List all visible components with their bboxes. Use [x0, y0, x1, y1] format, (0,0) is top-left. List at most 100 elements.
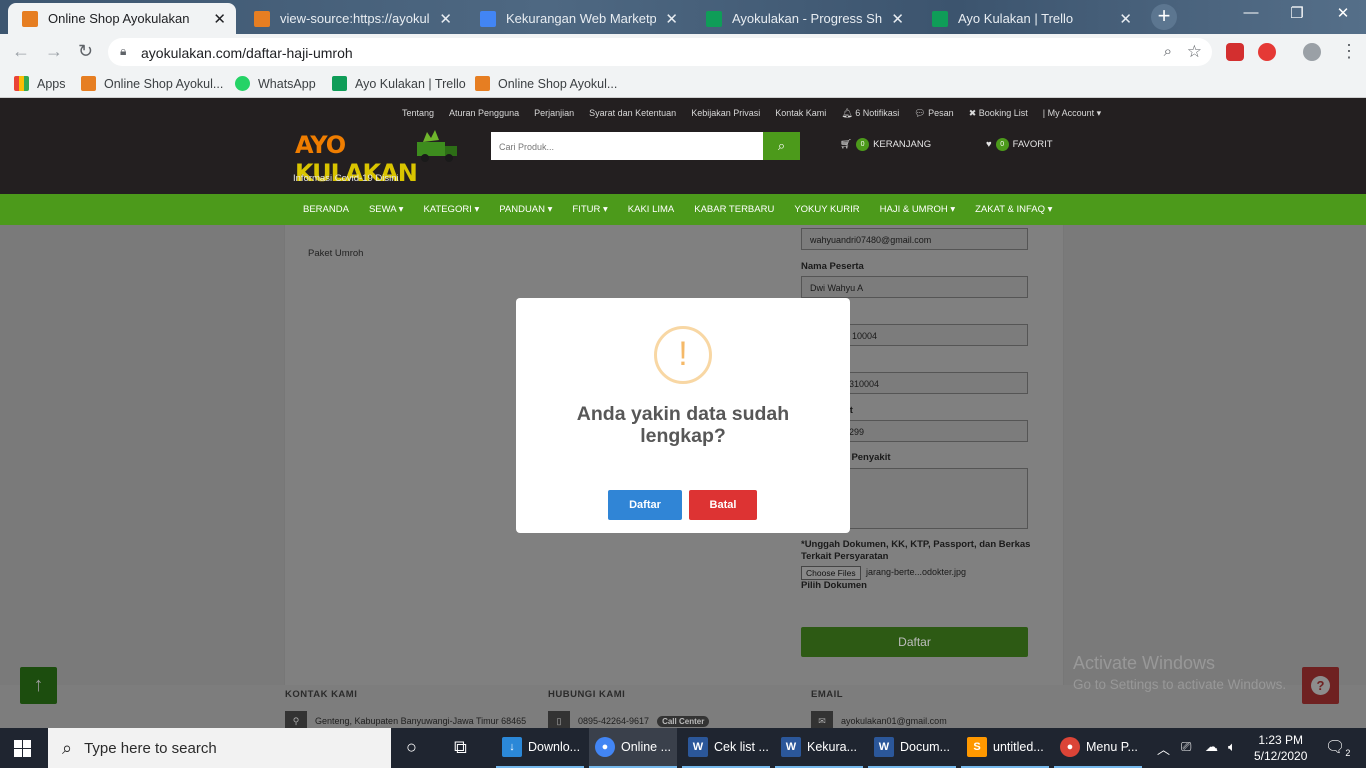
clock-date: 5/12/2020	[1254, 749, 1308, 763]
new-tab-button[interactable]: +	[1151, 4, 1177, 30]
search-button[interactable]: ⌕	[763, 132, 800, 160]
tray-chevron-up-icon[interactable]: ︿	[1157, 739, 1170, 758]
volume-icon[interactable]: 🔈︎	[1228, 739, 1236, 755]
action-center-icon[interactable]: 🗨︎2	[1325, 737, 1350, 758]
close-tab-icon[interactable]: ✕	[213, 10, 226, 28]
chrome-icon: ●	[595, 737, 615, 757]
lock-icon[interactable]: 🔒︎	[120, 44, 126, 59]
network-icon[interactable]: ⎚	[1181, 739, 1191, 755]
nav-yokuy-kurir[interactable]: YOKUY KURIR	[794, 204, 859, 215]
taskbar-app-word-document[interactable]: W Docum...	[868, 728, 956, 768]
link-syarat[interactable]: Syarat dan Ketentuan	[589, 108, 676, 119]
taskbar-app-chrome-menu[interactable]: ● Menu P...	[1054, 728, 1142, 768]
cortana-icon[interactable]: ○	[406, 737, 417, 758]
link-booking[interactable]: ✖ Booking List	[969, 108, 1028, 119]
browser-tab-view-source[interactable]: view-source:https://ayokulakan ✕	[240, 3, 462, 34]
task-view-icon[interactable]: ⧉	[454, 737, 467, 758]
close-tab-icon[interactable]: ✕	[1119, 10, 1132, 28]
nav-sewa[interactable]: SEWA ▾	[369, 204, 404, 215]
close-tab-icon[interactable]: ✕	[439, 10, 452, 28]
activate-windows-watermark: Activate Windows Go to Settings to activ…	[1073, 653, 1286, 692]
nav-zakat-infaq[interactable]: ZAKAT & INFAQ ▾	[975, 204, 1052, 215]
help-button[interactable]: ?	[1302, 667, 1339, 704]
browser-tab-progress-sheet[interactable]: Ayokulakan - Progress Sheet ✕	[692, 3, 914, 34]
bookmark-whatsapp[interactable]: WhatsApp	[235, 76, 316, 91]
windows-taskbar: ⌕ Type here to search ○ ⧉ ↓ Downlo... ● …	[0, 728, 1366, 768]
footer-email-link[interactable]: ayokulakan01@gmail.com	[841, 716, 947, 726]
scroll-to-top-button[interactable]: ↑	[20, 667, 57, 704]
nav-kabar-terbaru[interactable]: KABAR TERBARU	[694, 204, 774, 215]
nav-haji-umroh[interactable]: HAJI & UMROH ▾	[880, 204, 956, 215]
forward-arrow-icon[interactable]: →	[45, 41, 63, 62]
link-pesan[interactable]: 💬︎ Pesan	[914, 108, 953, 119]
form-daftar-button[interactable]: Daftar	[801, 627, 1028, 657]
tab-title: Online Shop Ayokulakan	[48, 11, 190, 26]
browser-tab-kekurangan[interactable]: Kekurangan Web Marketplace ✕	[466, 3, 688, 34]
adblock-icon[interactable]	[1258, 43, 1276, 61]
close-window-icon[interactable]: ✕	[1320, 4, 1366, 22]
choose-files-button[interactable]: Choose Files	[801, 566, 861, 580]
favorite-link[interactable]: ♥ 0 FAVORIT	[986, 138, 1053, 151]
back-arrow-icon[interactable]: ←	[12, 41, 30, 62]
close-tab-icon[interactable]: ✕	[891, 10, 904, 28]
system-clock[interactable]: 1:23 PM 5/12/2020	[1254, 732, 1307, 764]
browser-tab-trello[interactable]: Ayo Kulakan | Trello ✕	[918, 3, 1142, 34]
zoom-icon[interactable]: ⌕	[1164, 43, 1172, 60]
windows-start-icon[interactable]	[14, 740, 31, 757]
nav-fitur[interactable]: FITUR ▾	[572, 204, 607, 215]
phone-number[interactable]: 0895-42264-9617	[578, 716, 649, 726]
selected-file-name: jarang-berte...odokter.jpg	[866, 567, 967, 577]
site-logo[interactable]: AYO KULAKAN	[295, 126, 463, 187]
covid-info-link[interactable]: Informasi Covid-19 Disini	[293, 173, 399, 184]
onedrive-icon[interactable]: ☁	[1205, 739, 1218, 755]
taskbar-app-label: Cek list ...	[714, 740, 769, 754]
nav-kaki-lima[interactable]: KAKI LIMA	[628, 204, 674, 215]
address-bar[interactable]: 🔒︎ ayokulakan.com/daftar-haji-umroh ⌕ ☆	[108, 38, 1212, 66]
reload-icon[interactable]: ↻	[78, 41, 93, 62]
nama-peserta-field[interactable]: Dwi Wahyu A	[801, 276, 1028, 298]
docs-favicon-icon	[480, 10, 496, 27]
minimize-icon[interactable]: —	[1228, 4, 1274, 21]
my-account-dropdown[interactable]: | My Account ▾	[1043, 108, 1101, 119]
taskbar-app-chrome-online[interactable]: ● Online ...	[589, 728, 677, 768]
profile-avatar-icon[interactable]	[1303, 43, 1321, 61]
tab-title: Kekurangan Web Marketplace	[506, 11, 656, 26]
taskbar-app-downloads[interactable]: ↓ Downlo...	[496, 728, 584, 768]
link-notifikasi[interactable]: 🔔︎ 6 Notifikasi	[841, 108, 899, 119]
bookmark-online-shop-1[interactable]: Online Shop Ayokul...	[81, 76, 223, 91]
bookmark-online-shop-2[interactable]: Online Shop Ayokul...	[475, 76, 617, 91]
link-tentang[interactable]: Tentang	[402, 108, 434, 119]
confirm-daftar-button[interactable]: Daftar	[608, 490, 682, 520]
taskbar-app-word-ceklist[interactable]: W Cek list ...	[682, 728, 770, 768]
link-kontak[interactable]: Kontak Kami	[775, 108, 826, 119]
booking-icon: ✖	[968, 108, 979, 118]
dialog-title: Anda yakin data sudah lengkap?	[576, 403, 790, 447]
cart-link[interactable]: 🛒︎ 0 KERANJANG	[840, 138, 931, 151]
nav-panduan[interactable]: PANDUAN ▾	[499, 204, 552, 215]
email-field[interactable]: wahyuandri07480@gmail.com	[801, 228, 1028, 250]
pesan-label: Pesan	[928, 108, 954, 118]
site-header: Tentang Aturan Pengguna Perjanjian Syara…	[0, 98, 1366, 194]
product-search-input[interactable]: Cari Produk...	[491, 132, 763, 160]
browser-tab-online-shop[interactable]: Online Shop Ayokulakan ✕	[8, 3, 236, 34]
taskbar-search-input[interactable]: ⌕ Type here to search	[48, 728, 391, 768]
nav-kategori[interactable]: KATEGORI ▾	[423, 204, 479, 215]
nav-beranda[interactable]: BERANDA	[303, 204, 349, 215]
bookmark-star-icon[interactable]: ☆	[1187, 42, 1202, 62]
package-item-umroh[interactable]: Paket Umroh	[308, 248, 363, 259]
link-kebijakan[interactable]: Kebijakan Privasi	[691, 108, 760, 119]
confirmation-dialog: ! Anda yakin data sudah lengkap? Daftar …	[516, 298, 850, 533]
extension-icon[interactable]	[1226, 43, 1244, 61]
taskbar-app-sublime[interactable]: S untitled...	[961, 728, 1049, 768]
menu-kebab-icon[interactable]: ⋮	[1340, 41, 1358, 62]
chrome-icon: ●	[1060, 737, 1080, 757]
restore-icon[interactable]: ❐	[1274, 4, 1320, 22]
cancel-batal-button[interactable]: Batal	[689, 490, 757, 520]
trello-favicon-icon	[932, 10, 948, 27]
link-perjanjian[interactable]: Perjanjian	[534, 108, 574, 119]
bookmark-trello[interactable]: Ayo Kulakan | Trello	[332, 76, 466, 91]
close-tab-icon[interactable]: ✕	[665, 10, 678, 28]
taskbar-app-word-kekurangan[interactable]: W Kekura...	[775, 728, 863, 768]
bookmark-apps[interactable]: Apps	[14, 76, 66, 91]
link-aturan-pengguna[interactable]: Aturan Pengguna	[449, 108, 519, 119]
